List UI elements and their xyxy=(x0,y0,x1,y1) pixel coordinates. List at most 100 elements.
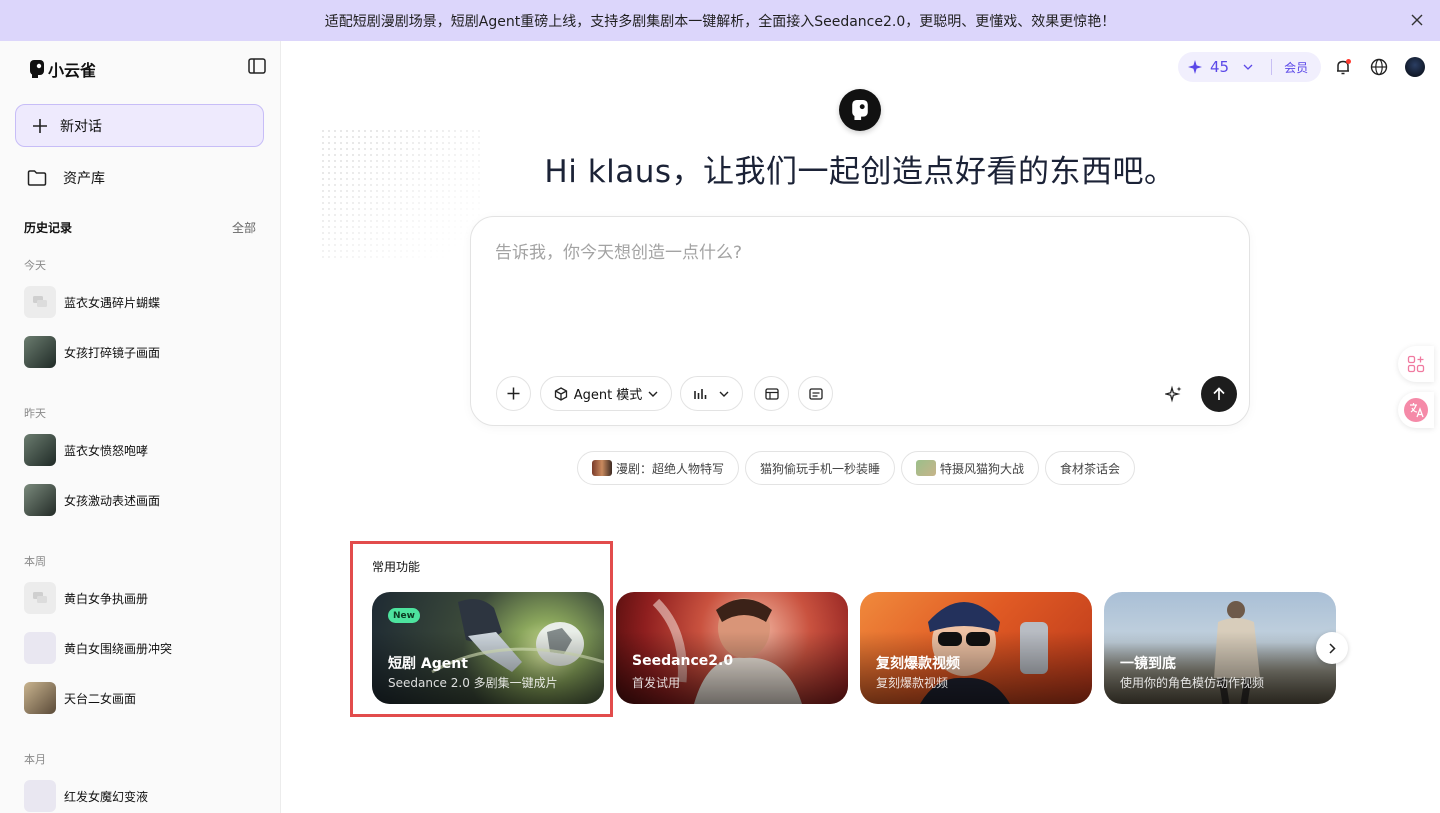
attach-button[interactable] xyxy=(496,376,531,411)
history-group-label: 本月 xyxy=(24,753,46,766)
chip-label: 漫剧：超绝人物特写 xyxy=(616,461,725,476)
history-item[interactable]: 女孩激动表述画面 xyxy=(24,484,160,516)
history-group-label: 本周 xyxy=(24,555,46,568)
assets-label: 资产库 xyxy=(63,171,105,187)
logo-icon xyxy=(30,60,44,78)
card-title: Seedance2.0 xyxy=(632,653,734,669)
history-item[interactable]: 蓝衣女遇碎片蝴蝶 xyxy=(24,286,160,318)
bell-icon[interactable] xyxy=(1333,57,1353,77)
folder-icon xyxy=(27,170,47,186)
hero-title: Hi klaus，让我们一起创造点好看的东西吧。 xyxy=(544,154,1176,190)
history-item-label: 女孩打碎镜子画面 xyxy=(64,345,161,360)
history-thumbnail xyxy=(24,434,56,466)
chip-thumbnail xyxy=(916,460,937,476)
card-subtitle: 复刻爆款视频 xyxy=(876,676,949,690)
history-item[interactable]: 黄白女争执画册 xyxy=(24,582,148,614)
chevron-down-icon xyxy=(648,391,658,397)
history-title: 历史记录 xyxy=(24,221,73,235)
history-item[interactable]: 天台二女画面 xyxy=(24,682,136,714)
magic-sparkle-icon[interactable] xyxy=(1163,383,1185,405)
close-icon[interactable] xyxy=(1408,11,1426,29)
agent-mode-select[interactable]: Agent 模式 xyxy=(540,376,672,411)
plus-icon xyxy=(507,387,520,400)
card-title: 复刻爆款视频 xyxy=(876,656,960,672)
history-item-label: 蓝衣女愤怒咆哮 xyxy=(64,443,149,458)
card-subtitle: Seedance 2.0 多剧集一键成片 xyxy=(388,676,558,690)
history-item-label: 蓝衣女遇碎片蝴蝶 xyxy=(64,295,161,310)
credits-count: 45 xyxy=(1210,58,1230,76)
subtitle-icon xyxy=(808,387,823,400)
chip-thumbnail xyxy=(592,460,612,476)
banner-text: 适配短剧漫剧场景，短剧Agent重磅上线，支持多剧集剧本一键解析，全面接入See… xyxy=(324,13,1116,30)
chevron-right-icon xyxy=(1328,642,1336,654)
chevron-down-icon xyxy=(719,391,729,397)
chip-label: 食材茶话会 xyxy=(1060,461,1121,476)
plus-icon xyxy=(33,118,47,133)
translate-icon xyxy=(1404,398,1428,422)
new-chat-label: 新对话 xyxy=(60,118,102,135)
history-item[interactable]: 蓝衣女愤怒咆哮 xyxy=(24,434,148,466)
suggestion-chips: 漫剧：超绝人物特写 猫狗偷玩手机一秒装睡 特摄风猫狗大战 食材茶话会 xyxy=(577,451,1136,485)
suggestion-chip[interactable]: 特摄风猫狗大战 xyxy=(901,451,1040,485)
credits-widget[interactable]: 45 会员 xyxy=(1178,52,1321,82)
history-thumbnail xyxy=(24,336,56,368)
globe-icon[interactable] xyxy=(1369,57,1389,77)
history-group-label: 昨天 xyxy=(24,407,46,420)
chat-bubble-icon xyxy=(24,582,56,614)
avatar[interactable] xyxy=(1405,57,1425,77)
suggestion-chip[interactable]: 猫狗偷玩手机一秒装睡 xyxy=(745,451,896,485)
sidebar: 小云雀 新对话 资产库 历史记录 全部 今天 蓝衣女遇碎片蝴蝶 女孩打碎镜子画面 昨天… xyxy=(0,41,281,813)
history-item-label: 黄白女围绕画册冲突 xyxy=(64,641,173,656)
chip-label: 猫狗偷玩手机一秒装睡 xyxy=(760,461,881,476)
apps-float-button[interactable] xyxy=(1398,346,1434,382)
history-item[interactable]: 红发女魔幻变液 xyxy=(24,780,148,812)
new-chat-button[interactable]: 新对话 xyxy=(15,104,264,147)
vip-button[interactable]: 会员 xyxy=(1284,59,1308,76)
features-title: 常用功能 xyxy=(372,560,421,574)
chevron-down-icon[interactable] xyxy=(1243,64,1253,70)
history-item[interactable]: 黄白女围绕画册冲突 xyxy=(24,632,172,664)
history-thumbnail-placeholder xyxy=(24,780,56,812)
card-title: 一镜到底 xyxy=(1120,656,1176,672)
feature-card-seedance[interactable]: Seedance2.0 首发试用 xyxy=(616,592,848,704)
announcement-banner: 适配短剧漫剧场景，短剧Agent重磅上线，支持多剧集剧本一键解析，全面接入See… xyxy=(0,0,1440,41)
sidebar-toggle-icon[interactable] xyxy=(248,58,268,76)
layout-button[interactable] xyxy=(754,376,789,411)
feature-card-viral-remake[interactable]: 复刻爆款视频 复刻爆款视频 xyxy=(860,592,1092,704)
translate-float-button[interactable] xyxy=(1398,392,1434,428)
bar-chart-icon xyxy=(694,388,707,399)
hero-logo-icon xyxy=(839,89,881,131)
history-thumbnail xyxy=(24,484,56,516)
history-item[interactable]: 女孩打碎镜子画面 xyxy=(24,336,160,368)
suggestion-chip[interactable]: 漫剧：超绝人物特写 xyxy=(577,451,740,485)
card-title: 短剧 Agent xyxy=(388,656,468,672)
history-item-label: 天台二女画面 xyxy=(64,691,137,706)
arrow-up-icon xyxy=(1213,387,1225,400)
history-header: 历史记录 全部 xyxy=(24,219,256,236)
history-item-label: 女孩激动表述画面 xyxy=(64,493,161,508)
history-all-link[interactable]: 全部 xyxy=(232,219,256,236)
logo-text: 小云雀 xyxy=(48,61,97,80)
history-thumbnail xyxy=(24,682,56,714)
send-button[interactable] xyxy=(1201,376,1237,412)
prompt-composer: Agent 模式 xyxy=(470,216,1250,426)
agent-mode-label: Agent 模式 xyxy=(573,388,643,403)
history-thumbnail-placeholder xyxy=(24,632,56,664)
prompt-input[interactable] xyxy=(495,243,1215,263)
assets-library-button[interactable]: 资产库 xyxy=(15,160,264,196)
feature-card-one-take[interactable]: 一镜到底 使用你的角色模仿动作视频 xyxy=(1104,592,1336,704)
app-logo[interactable]: 小云雀 xyxy=(30,57,96,81)
history-item-label: 红发女魔幻变液 xyxy=(64,789,149,804)
feature-card-short-drama-agent[interactable]: New 短剧 Agent Seedance 2.0 多剧集一键成片 xyxy=(372,592,604,704)
cube-icon xyxy=(554,386,567,401)
suggestion-chip[interactable]: 食材茶话会 xyxy=(1045,451,1136,485)
subtitle-button[interactable] xyxy=(798,376,833,411)
chat-bubble-icon xyxy=(24,286,56,318)
new-badge: New xyxy=(388,608,420,623)
chip-label: 特摄风猫狗大战 xyxy=(940,461,1025,476)
divider xyxy=(1271,59,1273,75)
model-select[interactable] xyxy=(680,376,743,411)
sparkle-icon xyxy=(1188,60,1202,74)
layout-icon xyxy=(764,387,779,400)
carousel-next-button[interactable] xyxy=(1316,632,1348,664)
